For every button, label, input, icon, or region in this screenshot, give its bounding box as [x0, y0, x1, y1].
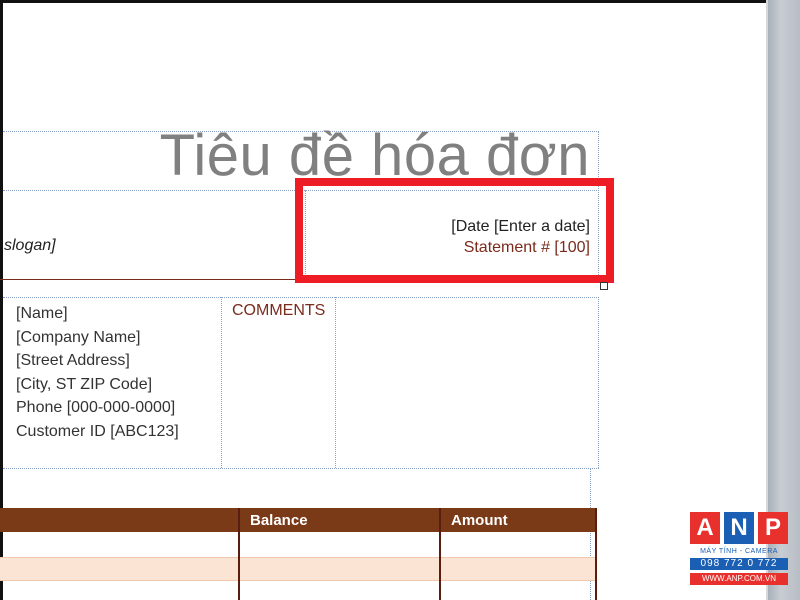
anp-watermark-logo: A N P MÁY TÍNH - CAMERA 098 772 0 772 WW… — [690, 512, 788, 588]
address-street[interactable]: [Street Address] — [16, 349, 179, 373]
column-separator — [238, 508, 240, 600]
address-name[interactable]: [Name] — [16, 302, 179, 326]
window-right-margin — [768, 0, 800, 600]
logo-letter: N — [724, 512, 754, 544]
highlight-annotation — [295, 178, 614, 283]
logo-letter: P — [758, 512, 788, 544]
address-phone[interactable]: Phone [000-000-0000] — [16, 396, 179, 420]
comments-label: COMMENTS — [232, 302, 326, 319]
column-header-amount: Amount — [451, 512, 508, 529]
logo-website: WWW.ANP.COM.VN — [690, 573, 788, 585]
gridline — [598, 297, 599, 468]
gridline — [3, 468, 599, 469]
column-separator — [595, 508, 597, 600]
customer-address-block: [Name] [Company Name] [Street Address] [… — [16, 302, 179, 443]
logo-phone: 098 772 0 772 — [690, 558, 788, 570]
logo-letter: A — [690, 512, 720, 544]
gridline — [221, 297, 222, 468]
column-separator — [439, 508, 441, 600]
table-resize-handle[interactable] — [600, 282, 608, 290]
address-customer-id[interactable]: Customer ID [ABC123] — [16, 420, 179, 444]
gridline — [3, 297, 599, 298]
logo-tagline: MÁY TÍNH - CAMERA — [700, 548, 778, 555]
table-row-divider — [0, 580, 597, 581]
address-city-zip[interactable]: [City, ST ZIP Code] — [16, 373, 179, 397]
table-row[interactable] — [0, 558, 597, 580]
column-header-balance: Balance — [250, 512, 308, 529]
window-frame-top — [0, 0, 800, 3]
slogan-text[interactable]: slogan] — [4, 237, 56, 255]
address-company[interactable]: [Company Name] — [16, 326, 179, 350]
gridline — [335, 297, 336, 468]
table-row-divider — [0, 557, 597, 558]
